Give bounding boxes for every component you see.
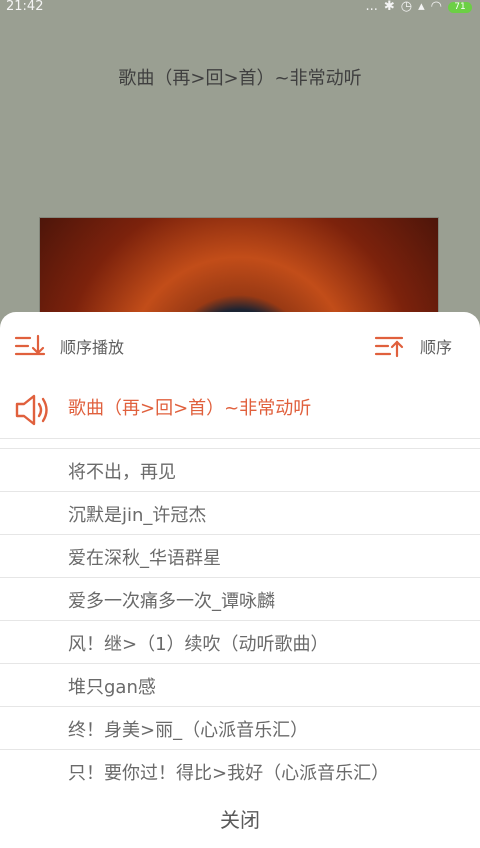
status-bar: 21:42 ... ✱ ◷ ▴ ◠ 71 — [0, 0, 480, 14]
battery-icon: 71 — [448, 1, 472, 13]
sort-ascending-icon — [374, 336, 404, 358]
list-item[interactable]: 只！要你过！得比>我好（心派音乐汇） — [0, 749, 480, 792]
current-song-title: 歌曲（再>回>首）~非常动听 — [68, 398, 312, 419]
play-mode-label: 顺序播放 — [60, 338, 125, 357]
song-list: 将不出，再见 沉默是jin_许冠杰 爱在深秋_华语群星 爱多一次痛多一次_谭咏麟… — [0, 448, 480, 792]
song-title: 爱在深秋_华语群星 — [68, 548, 221, 569]
song-title: 风！继>（1）续吹（动听歌曲） — [68, 634, 329, 655]
clock: 21:42 — [6, 0, 44, 14]
signal-icon: ▴ — [418, 0, 425, 14]
song-title: 爱多一次痛多一次_谭咏麟 — [68, 591, 275, 612]
wifi-icon: ◠ — [430, 0, 442, 14]
sort-order-icon — [14, 334, 46, 356]
sort-order-label: 顺序 — [419, 338, 452, 357]
bluetooth-icon: ✱ — [383, 0, 395, 14]
song-title: 将不出，再见 — [68, 462, 176, 483]
list-item[interactable]: 堆只gan感 — [0, 663, 480, 706]
list-item[interactable]: 终！身美>丽_（心派音乐汇） — [0, 706, 480, 749]
sort-order-button[interactable]: 顺序 — [374, 334, 452, 358]
list-item[interactable]: 将不出，再见 — [0, 448, 480, 491]
list-item[interactable]: 风！继>（1）续吹（动听歌曲） — [0, 620, 480, 663]
list-item[interactable]: 沉默是jin_许冠杰 — [0, 491, 480, 534]
play-mode-row: 顺序播放 顺序 — [0, 312, 480, 378]
speaker-icon — [15, 394, 48, 426]
close-button[interactable]: 关闭 — [0, 798, 480, 842]
song-title: 只！要你过！得比>我好（心派音乐汇） — [68, 763, 390, 784]
playlist-sheet: 顺序播放 顺序 歌曲（再>回>首）~非常动听 将不出，再见 沉默是jin_许冠杰… — [0, 312, 480, 848]
list-item[interactable]: 爱多一次痛多一次_谭咏麟 — [0, 577, 480, 620]
now-playing-title: 歌曲（再>回>首）~非常动听 — [118, 68, 362, 89]
notification-dots: ... — [365, 0, 378, 14]
list-item[interactable]: 爱在深秋_华语群星 — [0, 534, 480, 577]
play-mode-button[interactable]: 顺序播放 — [14, 334, 124, 358]
song-title: 沉默是jin_许冠杰 — [68, 505, 207, 526]
song-title: 堆只gan感 — [68, 677, 156, 698]
current-song-row[interactable]: 歌曲（再>回>首）~非常动听 — [0, 378, 480, 439]
alarm-icon: ◷ — [400, 0, 413, 14]
song-title: 终！身美>丽_（心派音乐汇） — [68, 720, 309, 741]
